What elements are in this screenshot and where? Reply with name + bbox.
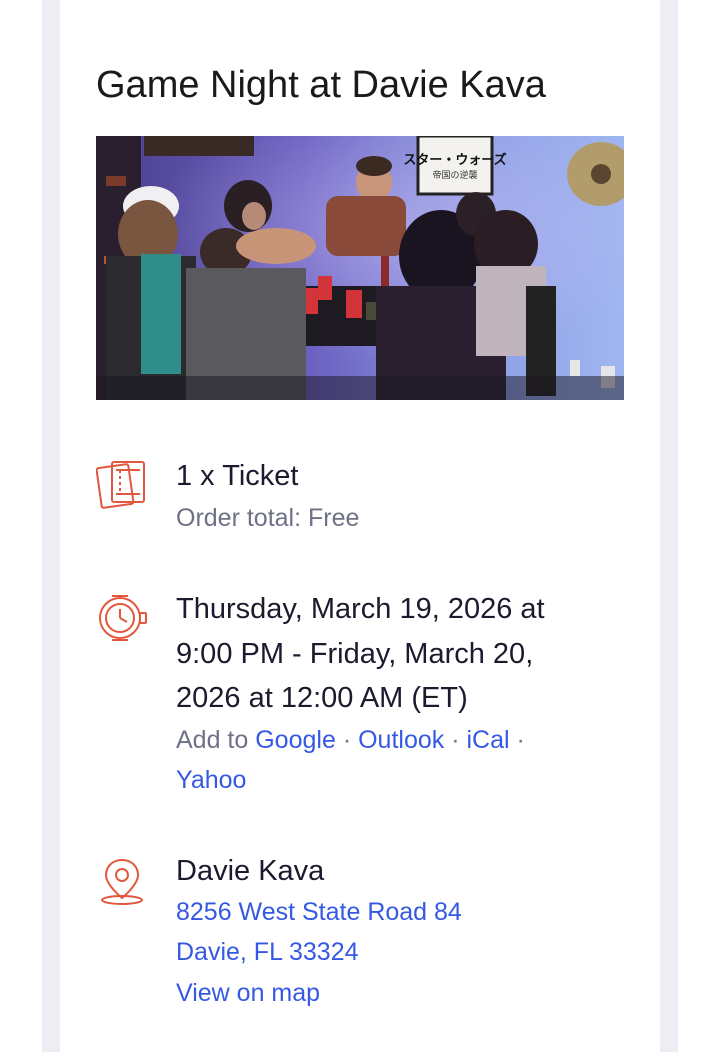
order-total: Order total: Free — [176, 504, 360, 532]
right-gutter — [660, 0, 678, 1052]
add-to-label: Add to — [176, 726, 249, 754]
datetime-line-1: Thursday, March 19, 2026 at — [176, 593, 545, 625]
ticket-icon — [95, 458, 148, 510]
left-edge — [0, 0, 14, 1052]
datetime-line-2: 9:00 PM - Friday, March 20, — [176, 638, 534, 670]
add-to-google-link[interactable]: Google — [255, 726, 336, 754]
separator: · — [516, 726, 525, 754]
address-line-2[interactable]: Davie, FL 33324 — [176, 932, 359, 972]
datetime-line-3: 2026 at 12:00 AM (ET) — [176, 682, 468, 714]
add-to-calendar-wrap: Yahoo — [176, 760, 246, 800]
add-to-yahoo-link[interactable]: Yahoo — [176, 766, 246, 794]
separator: · — [342, 726, 352, 754]
venue-name: Davie Kava — [176, 855, 325, 887]
poster-text-line2: 帝国の逆襲 — [432, 169, 477, 181]
clock-icon — [96, 592, 148, 644]
event-image: スター・ウォーズ 帝国の逆襲 — [96, 136, 624, 400]
map-pin-icon — [96, 854, 148, 906]
left-gutter — [42, 0, 60, 1052]
add-to-outlook-link[interactable]: Outlook — [358, 726, 444, 754]
separator: · — [451, 726, 460, 754]
poster-text-line1: スター・ウォーズ — [403, 152, 506, 168]
address-line-1[interactable]: 8256 West State Road 84 — [176, 892, 462, 932]
ticket-summary: 1 x Ticket — [176, 460, 299, 492]
right-edge — [706, 0, 720, 1052]
event-title: Game Night at Davie Kava — [96, 64, 546, 106]
view-on-map-link[interactable]: View on map — [176, 973, 320, 1013]
add-to-calendar: Add to Google · Outlook · iCal · — [176, 720, 525, 760]
add-to-ical-link[interactable]: iCal — [467, 726, 510, 754]
